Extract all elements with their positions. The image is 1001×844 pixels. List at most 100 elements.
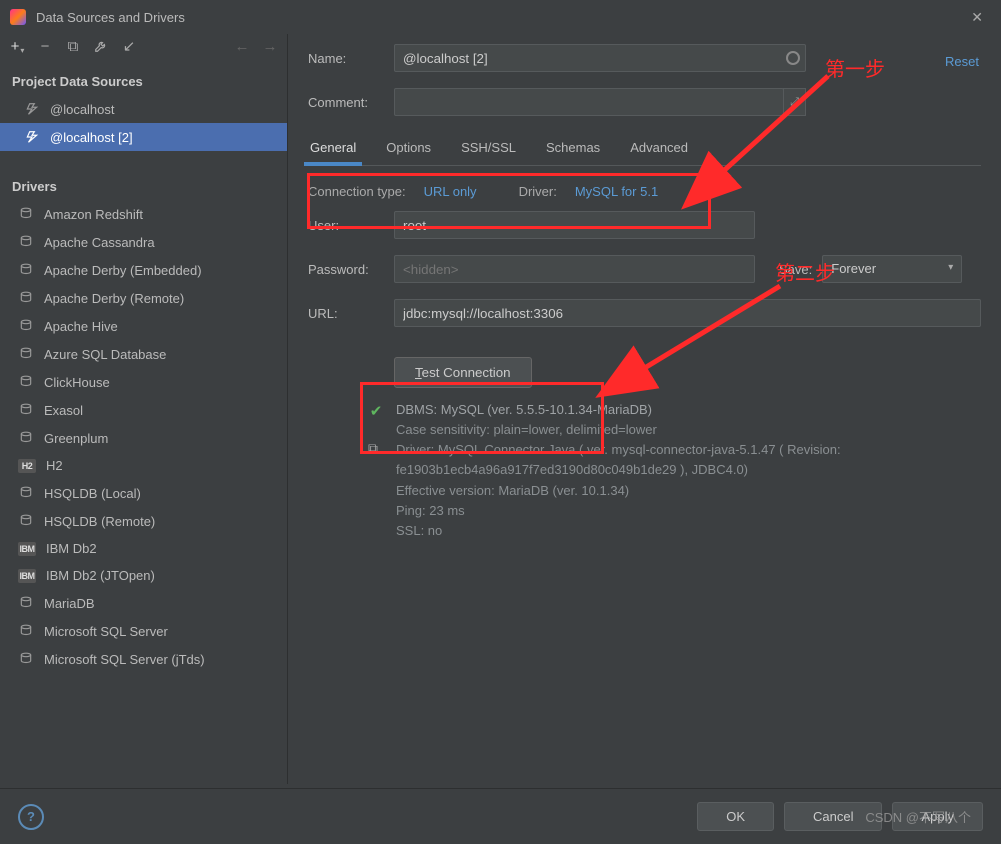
driver-label: Amazon Redshift (44, 207, 143, 222)
driver-item[interactable]: Microsoft SQL Server (0, 617, 287, 645)
user-input[interactable] (394, 211, 755, 239)
add-button[interactable]: + (6, 35, 28, 57)
comment-input[interactable] (394, 88, 784, 116)
mssql-icon (18, 623, 34, 639)
project-data-sources-header: Project Data Sources (0, 64, 287, 95)
result-driver: Driver: MySQL Connector Java ( ver. mysq… (396, 440, 981, 480)
driver-label: MariaDB (44, 596, 95, 611)
test-connection-text: est Connection (422, 365, 511, 380)
drivers-header: Drivers (0, 169, 287, 200)
datasource-icon (24, 129, 40, 145)
success-check-icon: ✔ (370, 402, 383, 420)
driver-item[interactable]: Amazon Redshift (0, 200, 287, 228)
driver-item[interactable]: HSQLDB (Local) (0, 479, 287, 507)
db2-icon: IBM (18, 542, 36, 556)
app-icon (10, 9, 26, 25)
dialog-footer: ? OK Cancel Apply (0, 788, 1001, 844)
driver-label: HSQLDB (Remote) (44, 514, 155, 529)
revert-icon[interactable]: ↙ (118, 35, 140, 57)
driver-item[interactable]: Apache Derby (Remote) (0, 284, 287, 312)
driver-label: H2 (46, 458, 63, 473)
clickhouse-icon (18, 374, 34, 390)
data-source-item[interactable]: @localhost (0, 95, 287, 123)
help-button[interactable]: ? (18, 804, 44, 830)
comment-label: Comment: (308, 95, 394, 110)
remove-button[interactable]: − (34, 35, 56, 57)
password-input[interactable] (394, 255, 755, 283)
driver-item[interactable]: Azure SQL Database (0, 340, 287, 368)
hive-icon (18, 318, 34, 334)
status-circle-icon (786, 51, 800, 65)
save-label: Save: (779, 262, 812, 277)
driver-label: Greenplum (44, 431, 108, 446)
driver-label: Azure SQL Database (44, 347, 166, 362)
tab-ssh-ssl[interactable]: SSH/SSL (459, 132, 518, 165)
result-dbms: DBMS: MySQL (ver. 5.5.5-10.1.34-MariaDB) (396, 400, 981, 420)
expand-icon[interactable]: ⤢ (783, 88, 806, 116)
driver-label: Microsoft SQL Server (jTds) (44, 652, 205, 667)
tab-schemas[interactable]: Schemas (544, 132, 602, 165)
driver-label: Exasol (44, 403, 83, 418)
driver-item[interactable]: H2 H2 (0, 452, 287, 479)
close-icon[interactable]: ✕ (963, 5, 991, 30)
drivers-list[interactable]: Amazon Redshift Apache Cassandra Apache De… (0, 200, 287, 784)
tabs: General Options SSH/SSL Schemas Advanced (308, 132, 981, 166)
driver-item[interactable]: Apache Hive (0, 312, 287, 340)
tab-general[interactable]: General (308, 132, 358, 165)
save-select-value: Forever (831, 261, 876, 276)
derby-icon (18, 290, 34, 306)
name-input[interactable] (394, 44, 806, 72)
result-ssl: SSL: no (396, 521, 981, 541)
driver-item[interactable]: Microsoft SQL Server (jTds) (0, 645, 287, 673)
connection-type-link[interactable]: URL only (424, 184, 477, 199)
driver-item[interactable]: HSQLDB (Remote) (0, 507, 287, 535)
connection-type-label: Connection type: (308, 184, 406, 199)
driver-item[interactable]: Exasol (0, 396, 287, 424)
azure-icon (18, 346, 34, 362)
driver-item[interactable]: IBMIBM Db2 (JTOpen) (0, 562, 287, 589)
connection-result: ✔ ⧉ DBMS: MySQL (ver. 5.5.5-10.1.34-Mari… (368, 400, 981, 541)
cancel-button[interactable]: Cancel (784, 802, 882, 831)
driver-label: HSQLDB (Local) (44, 486, 141, 501)
result-ping: Ping: 23 ms (396, 501, 981, 521)
nav-fwd-icon[interactable]: → (259, 35, 281, 57)
mssql-icon (18, 651, 34, 667)
driver-item[interactable]: IBMIBM Db2 (0, 535, 287, 562)
data-source-label: @localhost [2] (50, 130, 133, 145)
datasource-icon (24, 101, 40, 117)
driver-item[interactable]: Apache Derby (Embedded) (0, 256, 287, 284)
derby-icon (18, 262, 34, 278)
tab-options[interactable]: Options (384, 132, 433, 165)
driver-link[interactable]: MySQL for 5.1 (575, 184, 658, 199)
driver-item[interactable]: Apache Cassandra (0, 228, 287, 256)
cassandra-icon (18, 234, 34, 250)
greenplum-icon (18, 430, 34, 446)
wrench-icon[interactable] (90, 35, 112, 57)
reset-link[interactable]: Reset (945, 54, 979, 69)
driver-item[interactable]: ClickHouse (0, 368, 287, 396)
test-connection-button[interactable]: Test Connection (394, 357, 532, 388)
name-label: Name: (308, 51, 394, 66)
driver-label: Apache Derby (Embedded) (44, 263, 202, 278)
data-source-item[interactable]: @localhost [2] (0, 123, 287, 151)
sidebar: + − ⧉ ↙ ← → Project Data Sources @localh… (0, 34, 288, 784)
driver-label: Apache Hive (44, 319, 118, 334)
test-connection-mnemonic: T (415, 365, 422, 380)
driver-item[interactable]: MariaDB (0, 589, 287, 617)
hsqldb-icon (18, 513, 34, 529)
ok-button[interactable]: OK (697, 802, 774, 831)
save-select[interactable]: Forever (822, 255, 962, 283)
duplicate-button[interactable]: ⧉ (62, 35, 84, 57)
db2-icon: IBM (18, 569, 36, 583)
url-input[interactable] (394, 299, 981, 327)
password-label: Password: (308, 262, 394, 277)
tab-advanced[interactable]: Advanced (628, 132, 690, 165)
driver-item[interactable]: Greenplum (0, 424, 287, 452)
nav-back-icon[interactable]: ← (231, 35, 253, 57)
titlebar: Data Sources and Drivers ✕ (0, 0, 1001, 34)
apply-button[interactable]: Apply (892, 802, 983, 831)
copy-icon[interactable]: ⧉ (368, 440, 384, 457)
h2-icon: H2 (18, 459, 36, 473)
driver-label: ClickHouse (44, 375, 110, 390)
driver-label: Apache Derby (Remote) (44, 291, 184, 306)
